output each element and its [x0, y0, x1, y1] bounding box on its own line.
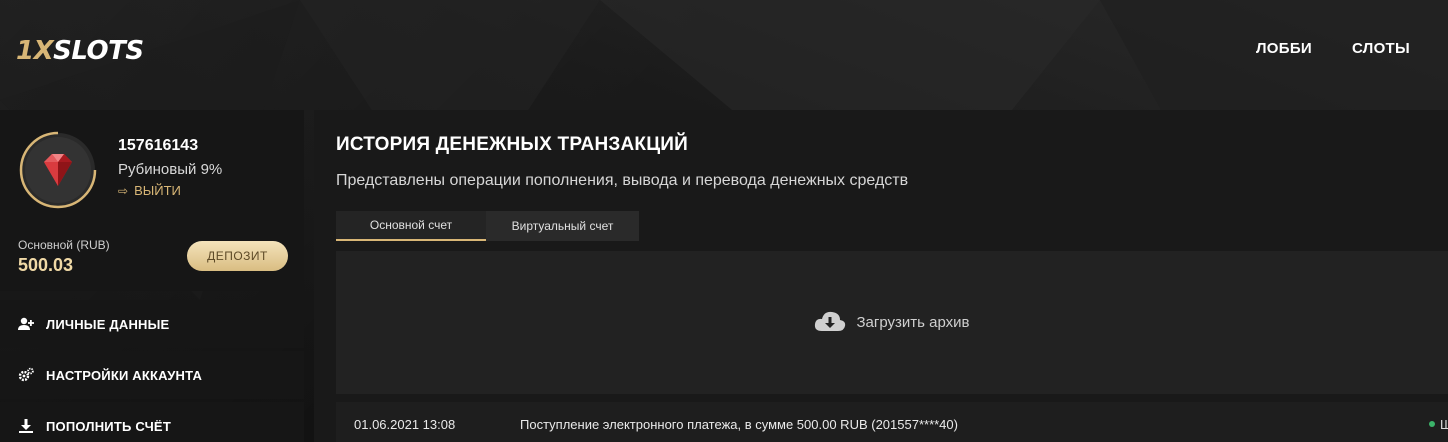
balance-label: Основной (RUB) [18, 238, 110, 252]
gears-icon [18, 367, 34, 383]
main-nav: ЛОББИ СЛОТЫ [1256, 40, 1410, 57]
user-level: Рубиновый 9% [118, 161, 223, 178]
account-tabs: Основной счет Виртуальный счет [336, 211, 639, 241]
logo-part-slots: SLOTS [53, 36, 144, 66]
nav-lobby-link[interactable]: ЛОББИ [1256, 40, 1312, 57]
menu-item-account-settings[interactable]: НАСТРОЙКИ АККАУНТА [0, 351, 304, 399]
logout-label: ВЫЙТИ [134, 183, 181, 198]
transaction-date: 01.06.2021 13:08 [354, 417, 456, 432]
profile-card: 157616143 Рубиновый 9% ⇨ ВЫЙТИ Основной … [0, 110, 304, 291]
menu-item-label: ПОПОЛНИТЬ СЧЁТ [46, 418, 171, 434]
transactions-panel: ИСТОРИЯ ДЕНЕЖНЫХ ТРАНЗАКЦИЙ Представлены… [314, 110, 1448, 442]
menu-item-personal-data[interactable]: ЛИЧНЫЕ ДАННЫЕ [0, 300, 304, 348]
user-id: 157616143 [118, 137, 199, 154]
menu-item-label: НАСТРОЙКИ АККАУНТА [46, 367, 203, 383]
tab-virtual-account[interactable]: Виртуальный счет [486, 211, 639, 241]
deposit-button[interactable]: ДЕПОЗИТ [187, 241, 288, 271]
logout-icon: ⇨ [118, 183, 129, 198]
nav-slots-link[interactable]: СЛОТЫ [1352, 40, 1410, 57]
page-subtitle: Представлены операции пополнения, вывода… [336, 172, 909, 189]
balance-value: 500.03 [18, 255, 74, 275]
menu-item-label: ЛИЧНЫЕ ДАННЫЕ [46, 316, 170, 332]
menu-item-top-up[interactable]: ПОПОЛНИТЬ СЧЁТ [0, 402, 304, 442]
archive-label: Загрузить архив [856, 314, 970, 331]
top-header: 1XSLOTS ЛОББИ СЛОТЫ [0, 0, 1448, 100]
brand-logo[interactable]: 1XSLOTS [16, 36, 144, 66]
user-plus-icon [18, 316, 34, 332]
transaction-description: Поступление электронного платежа, в сумм… [520, 417, 958, 432]
ruby-gem-icon [18, 130, 98, 210]
cloud-download-icon [814, 310, 846, 336]
logo-part-1x: 1X [16, 36, 54, 66]
table-row: 01.06.2021 13:08 Поступление электронног… [336, 402, 1448, 442]
logout-button[interactable]: ⇨ ВЫЙТИ [118, 183, 181, 198]
tab-main-account[interactable]: Основной счет [336, 211, 486, 241]
download-icon [18, 418, 34, 434]
transaction-status: Ш [1440, 417, 1448, 432]
download-archive-button[interactable]: Загрузить архив [336, 251, 1448, 394]
status-dot [1429, 421, 1435, 427]
page-title: ИСТОРИЯ ДЕНЕЖНЫХ ТРАНЗАКЦИЙ [336, 134, 688, 155]
